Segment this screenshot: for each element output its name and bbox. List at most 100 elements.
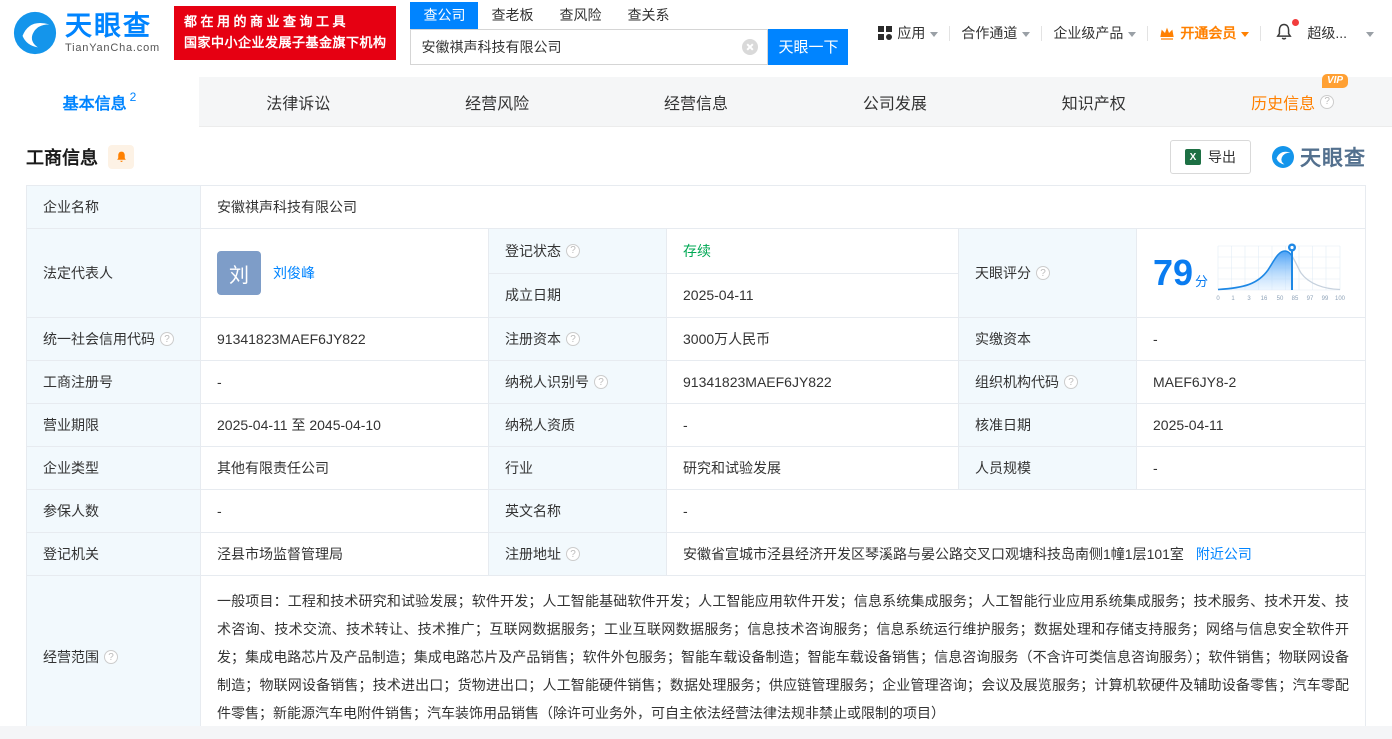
field-label: 注册地址 [488, 532, 667, 576]
tab-intellectual-property[interactable]: 知识产权 [994, 77, 1193, 126]
svg-text:0: 0 [1216, 296, 1220, 302]
help-icon[interactable] [566, 547, 580, 561]
apps-grid-icon [878, 26, 893, 40]
insured-count-value: - [200, 489, 489, 533]
help-icon[interactable] [104, 650, 118, 664]
export-button[interactable]: 导出 [1170, 140, 1251, 174]
nav-partner[interactable]: 合作通道 [961, 23, 1031, 43]
tab-count-badge: 2 [129, 89, 137, 104]
nav-open-member[interactable]: 开通会员 [1159, 23, 1250, 43]
tab-company-development[interactable]: 公司发展 [795, 77, 994, 126]
field-label: 天眼评分 [958, 228, 1137, 318]
company-name-value: 安徽祺声科技有限公司 [200, 185, 1366, 229]
field-label: 统一社会信用代码 [26, 317, 201, 361]
table-row: 参保人数 - 英文名称 - [26, 489, 1366, 533]
search-button[interactable]: 天眼一下 [768, 28, 849, 65]
tab-operating-risk[interactable]: 经营风险 [398, 77, 597, 126]
table-row: 经营范围 一般项目：工程和技术研究和试验发展；软件开发；人工智能基础软件开发；人… [26, 575, 1366, 739]
nav-enterprise[interactable]: 企业级产品 [1053, 23, 1137, 43]
reg-status-value: 存续 [666, 228, 959, 274]
field-label: 纳税人识别号 [488, 360, 667, 404]
help-icon[interactable] [566, 332, 580, 346]
field-label: 参保人数 [26, 489, 201, 533]
help-icon[interactable] [594, 375, 608, 389]
search-tab-company[interactable]: 查公司 [410, 1, 479, 29]
legal-rep-link[interactable]: 刘俊峰 [273, 263, 315, 283]
nearby-companies-link[interactable]: 附近公司 [1196, 546, 1252, 562]
tab-legal-litigation[interactable]: 法律诉讼 [199, 77, 398, 126]
brand-name: 天眼查 [65, 10, 152, 41]
search-tab-risk[interactable]: 查风险 [546, 2, 614, 29]
search-tab-boss[interactable]: 查老板 [478, 2, 546, 29]
est-date-value: 2025-04-11 [666, 272, 959, 318]
field-label: 法定代表人 [26, 228, 201, 318]
nav-member-label: 开通会员 [1180, 25, 1237, 41]
search-tabs: 查公司 查老板 查风险 查关系 [410, 1, 848, 29]
field-label: 成立日期 [488, 272, 667, 318]
vip-badge: VIP [1321, 73, 1349, 88]
help-icon[interactable] [1064, 375, 1078, 389]
field-label: 行业 [488, 446, 667, 490]
score-distribution-chart: 0 1 3 16 50 85 97 99 100 [1216, 243, 1346, 302]
approval-date-value: 2025-04-11 [1136, 403, 1366, 447]
reg-capital-value: 3000万人民币 [666, 317, 959, 361]
field-label: 登记机关 [26, 532, 201, 576]
tab-history-info[interactable]: 历史信息 VIP [1193, 73, 1392, 126]
score-value: 79 [1153, 252, 1194, 293]
table-row: 登记机关 泾县市场监督管理局 注册地址 安徽省宣城市泾县经济开发区琴溪路与晏公路… [26, 532, 1366, 576]
divider [1041, 25, 1043, 41]
reg-authority-value: 泾县市场监督管理局 [200, 532, 489, 576]
company-type-value: 其他有限责任公司 [200, 446, 489, 490]
help-icon[interactable] [160, 332, 174, 346]
legal-rep-avatar[interactable]: 刘 [217, 251, 261, 295]
table-row: 营业期限 2025-04-11 至 2045-04-10 纳税人资质 - 核准日… [26, 403, 1366, 447]
slogan-banner: 都在用的商业查询工具 国家中小企业发展子基金旗下机构 [173, 6, 397, 60]
svg-text:50: 50 [1277, 296, 1284, 302]
notification-bell[interactable] [1272, 18, 1300, 45]
business-scope-value: 一般项目：工程和技术研究和试验发展；软件开发；人工智能基础软件开发；人工智能应用… [200, 575, 1366, 739]
brand-domain: TianYanCha.com [65, 41, 160, 54]
help-icon[interactable] [1320, 94, 1335, 109]
search-tab-relation[interactable]: 查关系 [614, 2, 682, 29]
field-label: 登记状态 [488, 228, 667, 274]
help-icon[interactable] [566, 243, 580, 258]
svg-text:3: 3 [1247, 296, 1251, 302]
nav-apps-label: 应用 [897, 25, 926, 41]
reg-number-value: - [200, 360, 489, 404]
crown-icon [1160, 27, 1174, 40]
search-area: 查公司 查老板 查风险 查关系 天眼一下 [410, 1, 849, 65]
svg-text:100: 100 [1335, 296, 1346, 302]
excel-icon [1185, 149, 1201, 165]
watermark-text: 天眼查 [1300, 147, 1366, 170]
chevron-down-icon [1241, 31, 1250, 37]
clear-input-icon[interactable] [742, 38, 759, 55]
top-nav: 应用 合作通道 企业级产品 开通会员 超级... [878, 18, 1374, 45]
monitor-bell-button[interactable] [108, 145, 134, 169]
nav-apps[interactable]: 应用 [878, 23, 939, 43]
field-label: 核准日期 [958, 403, 1137, 447]
svg-text:1: 1 [1231, 296, 1235, 302]
reg-address-value: 安徽省宣城市泾县经济开发区琴溪路与晏公路交叉口观塘科技岛南侧1幢1层101室 附… [666, 532, 1366, 576]
search-input[interactable] [410, 28, 769, 65]
field-label: 纳税人资质 [488, 403, 667, 447]
notification-dot [1292, 18, 1300, 26]
nav-enterprise-label: 企业级产品 [1053, 25, 1124, 41]
field-label: 人员规模 [958, 446, 1137, 490]
tab-business-info[interactable]: 经营信息 [597, 77, 796, 126]
legal-rep-cell: 刘 刘俊峰 [200, 228, 489, 318]
divider [949, 25, 951, 41]
logo-swirl-icon [1272, 146, 1294, 168]
staff-size-value: - [1136, 446, 1366, 490]
chevron-down-icon [1128, 31, 1137, 37]
tab-basic-info-label: 基本信息 [62, 95, 127, 113]
tab-basic-info[interactable]: 基本信息 2 [0, 77, 199, 127]
help-icon[interactable] [1036, 266, 1050, 280]
score-unit: 分 [1195, 273, 1209, 289]
nav-super-vip[interactable]: 超级... [1307, 23, 1374, 43]
chevron-down-icon [1022, 31, 1031, 37]
field-label: 工商注册号 [26, 360, 201, 404]
tianyancha-logo[interactable]: 天眼查 TianYanCha.com [12, 10, 160, 56]
field-label: 经营范围 [26, 575, 201, 739]
paid-capital-value: - [1136, 317, 1366, 361]
field-label: 实缴资本 [958, 317, 1137, 361]
